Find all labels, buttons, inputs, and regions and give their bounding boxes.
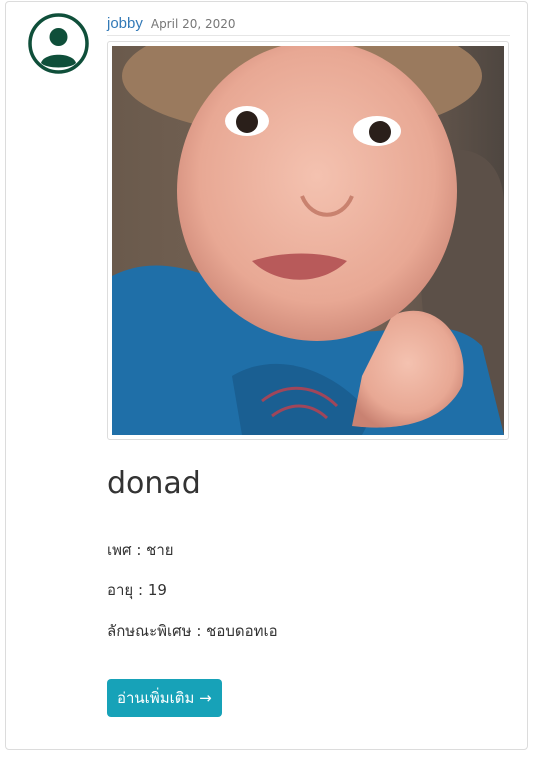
user-avatar-icon[interactable] — [28, 13, 89, 74]
field-traits: ลักษณะพิเศษ : ชอบดอทเอ — [107, 622, 278, 640]
read-more-button[interactable]: อ่านเพิ่มเติม → — [107, 679, 222, 717]
post-title: donad — [107, 466, 201, 501]
post-date: April 20, 2020 — [150, 17, 236, 31]
field-label: ลักษณะพิเศษ — [107, 622, 192, 640]
author-link[interactable]: jobby — [107, 15, 143, 32]
field-gender: เพศ : ชาย — [107, 541, 174, 559]
field-value: 19 — [147, 581, 167, 599]
post-photo[interactable] — [107, 41, 509, 440]
photo-image — [112, 46, 504, 435]
post-meta: jobby April 20, 2020 — [107, 13, 510, 36]
field-label: เพศ — [107, 541, 132, 559]
field-value: ชอบดอทเอ — [206, 622, 278, 640]
field-label: อายุ — [107, 581, 134, 599]
field-value: ชาย — [146, 541, 174, 559]
field-age: อายุ : 19 — [107, 581, 167, 599]
